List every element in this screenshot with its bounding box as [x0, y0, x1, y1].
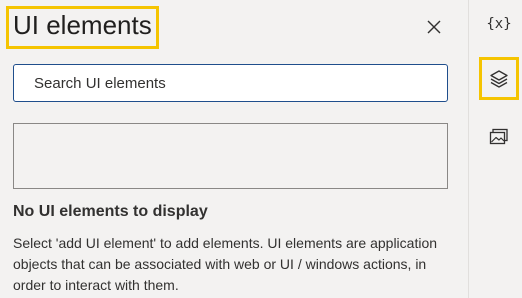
panel-title: UI elements — [13, 10, 152, 40]
app-frame: UI elements No UI elements to display Se… — [0, 0, 522, 298]
ui-elements-list — [13, 123, 448, 189]
search-input[interactable] — [13, 64, 448, 102]
variables-icon: {x} — [486, 16, 512, 32]
layers-icon — [490, 69, 508, 88]
empty-state-title: No UI elements to display — [13, 203, 208, 220]
ui-elements-panel: UI elements No UI elements to display Se… — [0, 0, 468, 298]
ui-elements-button[interactable] — [479, 57, 519, 100]
empty-state-description: Select 'add UI element' to add elements.… — [13, 235, 438, 293]
variables-button[interactable]: {x} — [480, 5, 518, 43]
close-icon — [427, 20, 441, 34]
images-button[interactable] — [480, 118, 518, 156]
close-button[interactable] — [420, 13, 448, 41]
images-icon — [489, 128, 508, 145]
